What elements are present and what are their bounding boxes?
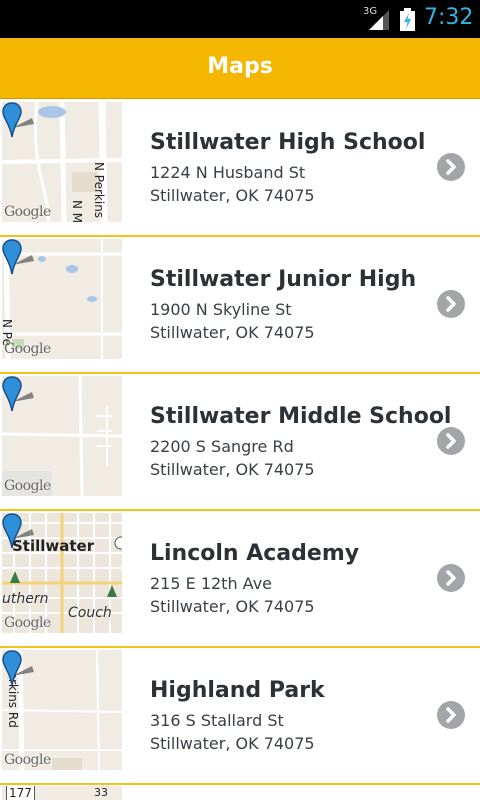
app-header: Maps — [0, 38, 480, 99]
google-watermark: Google — [4, 204, 51, 220]
address-line-1: 1900 N Skyline St — [150, 300, 292, 319]
google-watermark: Google — [4, 478, 51, 494]
location-name: Highland Park — [150, 678, 325, 703]
location-list: N Perkins R N M Google Stillwater High S… — [0, 100, 480, 785]
map-area-label: Couch — [68, 605, 112, 621]
map-pin-icon — [2, 102, 34, 138]
list-item[interactable]: N Pe Google Stillwater Junior High 1900 … — [0, 237, 480, 374]
map-pin-icon — [2, 513, 34, 549]
battery-charging-icon — [400, 8, 415, 31]
address-line-2: Stillwater, OK 74075 — [150, 460, 315, 479]
status-bar: 3G 7:32 — [0, 0, 480, 38]
map-street-label: N M — [70, 200, 84, 222]
clock: 7:32 — [424, 5, 474, 30]
page-title: Maps — [207, 54, 273, 79]
address-line-2: Stillwater, OK 74075 — [150, 186, 315, 205]
list-item[interactable]: 177 33 — [0, 786, 480, 800]
map-thumbnail: 177 33 — [2, 786, 122, 800]
map-route-label: 177 — [6, 786, 35, 800]
map-thumbnail: Google — [2, 376, 122, 496]
map-pin-icon — [2, 376, 34, 412]
list-item[interactable]: N Perkins Rd Google Highland Park 316 S … — [0, 648, 480, 785]
location-name: Stillwater Junior High — [150, 267, 417, 292]
address-line-2: Stillwater, OK 74075 — [150, 734, 315, 753]
location-name: Stillwater Middle School — [150, 404, 452, 429]
chevron-right-circle-icon[interactable] — [437, 290, 465, 318]
address-line-1: 1224 N Husband St — [150, 163, 306, 182]
signal-icon — [369, 10, 389, 30]
map-pin-icon — [2, 239, 34, 275]
chevron-right-circle-icon[interactable] — [437, 564, 465, 592]
location-name: Lincoln Academy — [150, 541, 360, 566]
list-item[interactable]: N Perkins R N M Google Stillwater High S… — [0, 100, 480, 237]
chevron-right-circle-icon[interactable] — [437, 701, 465, 729]
google-watermark: Google — [4, 615, 51, 631]
location-name: Stillwater High School — [150, 130, 426, 155]
address-line-1: 215 E 12th Ave — [150, 574, 272, 593]
map-pin-icon — [2, 650, 34, 686]
map-area-label: uthern — [2, 591, 49, 607]
address-line-2: Stillwater, OK 74075 — [150, 323, 315, 342]
map-thumbnail: N Perkins Rd Google — [2, 650, 122, 770]
map-thumbnail: N Pe Google — [2, 239, 122, 359]
google-watermark: Google — [4, 341, 51, 357]
list-item[interactable]: Google Stillwater Middle School 2200 S S… — [0, 374, 480, 511]
map-thumbnail: N Perkins R N M Google — [2, 102, 122, 222]
address-line-2: Stillwater, OK 74075 — [150, 597, 315, 616]
map-route-label: 33 — [94, 786, 108, 799]
map-thumbnail: Stillwater uthern Couch Google — [2, 513, 122, 633]
list-item[interactable]: Stillwater uthern Couch Google Lincoln A… — [0, 511, 480, 648]
chevron-right-circle-icon[interactable] — [437, 153, 465, 181]
address-line-1: 2200 S Sangre Rd — [150, 437, 294, 456]
google-watermark: Google — [4, 752, 51, 768]
chevron-right-circle-icon[interactable] — [437, 427, 465, 455]
address-line-1: 316 S Stallard St — [150, 711, 284, 730]
map-street-label: N Perkins R — [92, 162, 106, 222]
